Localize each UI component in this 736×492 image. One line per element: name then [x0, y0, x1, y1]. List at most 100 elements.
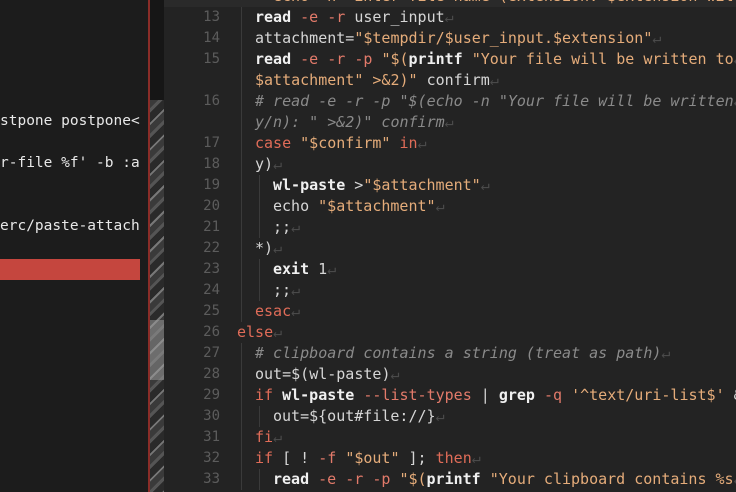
line-number: 15 [203, 51, 220, 67]
indent-guide [241, 217, 242, 238]
code-line[interactable]: y/n): " >&2)" confirm↵ [164, 112, 736, 133]
indent-guide [241, 301, 242, 322]
indent-guide [241, 91, 242, 112]
code-text: echo "$attachment"↵ [273, 197, 445, 215]
code-line[interactable]: 24 ;;↵ [164, 280, 736, 301]
code-line[interactable]: 26 else↵ [164, 322, 736, 343]
code-line[interactable]: 33 read -e -r -p "$(printf "Your clipboar… [164, 469, 736, 490]
indent-guide [241, 469, 242, 490]
newline-marker: ↵ [435, 197, 445, 215]
line-number: 17 [203, 135, 220, 151]
code-text: echo -n "Enter file name (extension: $ex… [273, 0, 736, 7]
newline-marker: ↵ [291, 281, 301, 299]
line-number: 33 [203, 471, 220, 487]
line-number: 22 [203, 240, 220, 256]
code-line[interactable]: 16 # read -e -r -p "$(echo -n "Your file … [164, 91, 736, 112]
code-line[interactable]: 13 read -e -r user_input↵ [164, 7, 736, 28]
indent-guide [241, 133, 242, 154]
newline-marker: ↵ [417, 134, 427, 152]
indent-guide [241, 364, 242, 385]
code-line[interactable]: 25 esac↵ [164, 301, 736, 322]
left-terminal-pane[interactable]: stpone postpone< r-file %f' -b :a erc/pa… [0, 0, 150, 492]
terminal-line: erc/paste-attach [0, 218, 140, 234]
code-text: wl-paste >"$attachment"↵ [273, 176, 490, 194]
newline-marker: ↵ [273, 428, 283, 446]
line-number: 13 [203, 9, 220, 25]
line-number: 23 [203, 261, 220, 277]
newline-marker: ↵ [652, 29, 662, 47]
line-number: 30 [203, 408, 220, 424]
indent-guide [241, 406, 242, 427]
code-text: y)↵ [255, 155, 283, 173]
indent-guide [241, 154, 242, 175]
code-text: *)↵ [255, 239, 283, 257]
indent-guide [241, 112, 242, 133]
indent-guide [241, 427, 242, 448]
newline-marker: ↵ [444, 8, 454, 26]
code-text: fi↵ [255, 428, 283, 446]
code-line[interactable]: 32 if [ ! -f "$out" ]; then↵ [164, 448, 736, 469]
line-number: 27 [203, 345, 220, 361]
line-number: 21 [203, 219, 220, 235]
wallpaper-image [150, 100, 164, 492]
newline-marker: ↵ [444, 113, 454, 131]
line-number: 19 [203, 177, 220, 193]
newline-marker: ↵ [435, 407, 445, 425]
code-text: else↵ [237, 323, 283, 341]
indent-guide [259, 259, 260, 280]
line-number: 32 [203, 450, 220, 466]
code-editor[interactable]: echo -n "Enter file name (extension: $ex… [164, 0, 736, 492]
code-line[interactable]: 22 *)↵ [164, 238, 736, 259]
code-line[interactable]: 20 echo "$attachment"↵ [164, 196, 736, 217]
indent-guide [241, 7, 242, 28]
code-text: out=${out#file://}↵ [273, 407, 445, 425]
line-number: 20 [203, 198, 220, 214]
indent-guide [259, 469, 260, 490]
code-line[interactable]: 18 y)↵ [164, 154, 736, 175]
code-text: case "$confirm" in↵ [255, 134, 427, 152]
indent-guide [241, 196, 242, 217]
code-line[interactable]: $attachment" >&2)" confirm↵ [164, 70, 736, 91]
line-number: 25 [203, 303, 220, 319]
code-line[interactable]: 27 # clipboard contains a string (treat a… [164, 343, 736, 364]
code-line[interactable]: 21 ;;↵ [164, 217, 736, 238]
code-line[interactable]: 28 out=$(wl-paste)↵ [164, 364, 736, 385]
newline-marker: ↵ [480, 176, 490, 194]
indent-guide [259, 196, 260, 217]
indent-guide [241, 259, 242, 280]
line-number: 24 [203, 282, 220, 298]
line-number: 14 [203, 30, 220, 46]
newline-marker: ↵ [291, 302, 301, 320]
line-number: 18 [203, 156, 220, 172]
indent-guide [259, 175, 260, 196]
indent-guide [259, 406, 260, 427]
code-text: if wl-paste --list-types | grep -q '^tex… [255, 386, 736, 404]
code-text: $attachment" >&2)" confirm↵ [255, 71, 499, 89]
indent-guide [241, 70, 242, 91]
indent-guide [241, 175, 242, 196]
line-number: 26 [203, 324, 220, 340]
indent-guide [241, 238, 242, 259]
wallpaper-strip [150, 0, 164, 492]
code-line[interactable]: 19 wl-paste >"$attachment"↵ [164, 175, 736, 196]
code-text: read -e -r -p "$(printf "Your file will … [255, 49, 736, 70]
code-line-partial: echo -n "Enter file name (extension: $ex… [164, 0, 736, 7]
code-text: exit 1↵ [273, 260, 337, 278]
indent-guide [241, 343, 242, 364]
code-text: # read -e -r -p "$(echo -n "Your file wi… [255, 91, 736, 112]
code-line[interactable]: 23 exit 1↵ [164, 259, 736, 280]
terminal-line: r-file %f' -b :a [0, 155, 140, 171]
code-line[interactable]: 14 attachment="$tempdir/$user_input.$exte… [164, 28, 736, 49]
code-line[interactable]: 31 fi↵ [164, 427, 736, 448]
newline-marker: ↵ [661, 344, 671, 362]
error-highlight-bar [0, 259, 140, 280]
code-line[interactable]: 15 read -e -r -p "$(printf "Your file wil… [164, 49, 736, 70]
newline-marker: ↵ [489, 71, 499, 89]
code-text: read -e -r -p "$(printf "Your clipboard … [273, 469, 736, 490]
newline-marker: ↵ [291, 218, 301, 236]
code-line[interactable]: 29 if wl-paste --list-types | grep -q '^t… [164, 385, 736, 406]
code-line[interactable]: 17 case "$confirm" in↵ [164, 133, 736, 154]
code-line[interactable]: 30 out=${out#file://}↵ [164, 406, 736, 427]
wallpaper-highlight [150, 320, 164, 380]
newline-marker: ↵ [390, 365, 400, 383]
